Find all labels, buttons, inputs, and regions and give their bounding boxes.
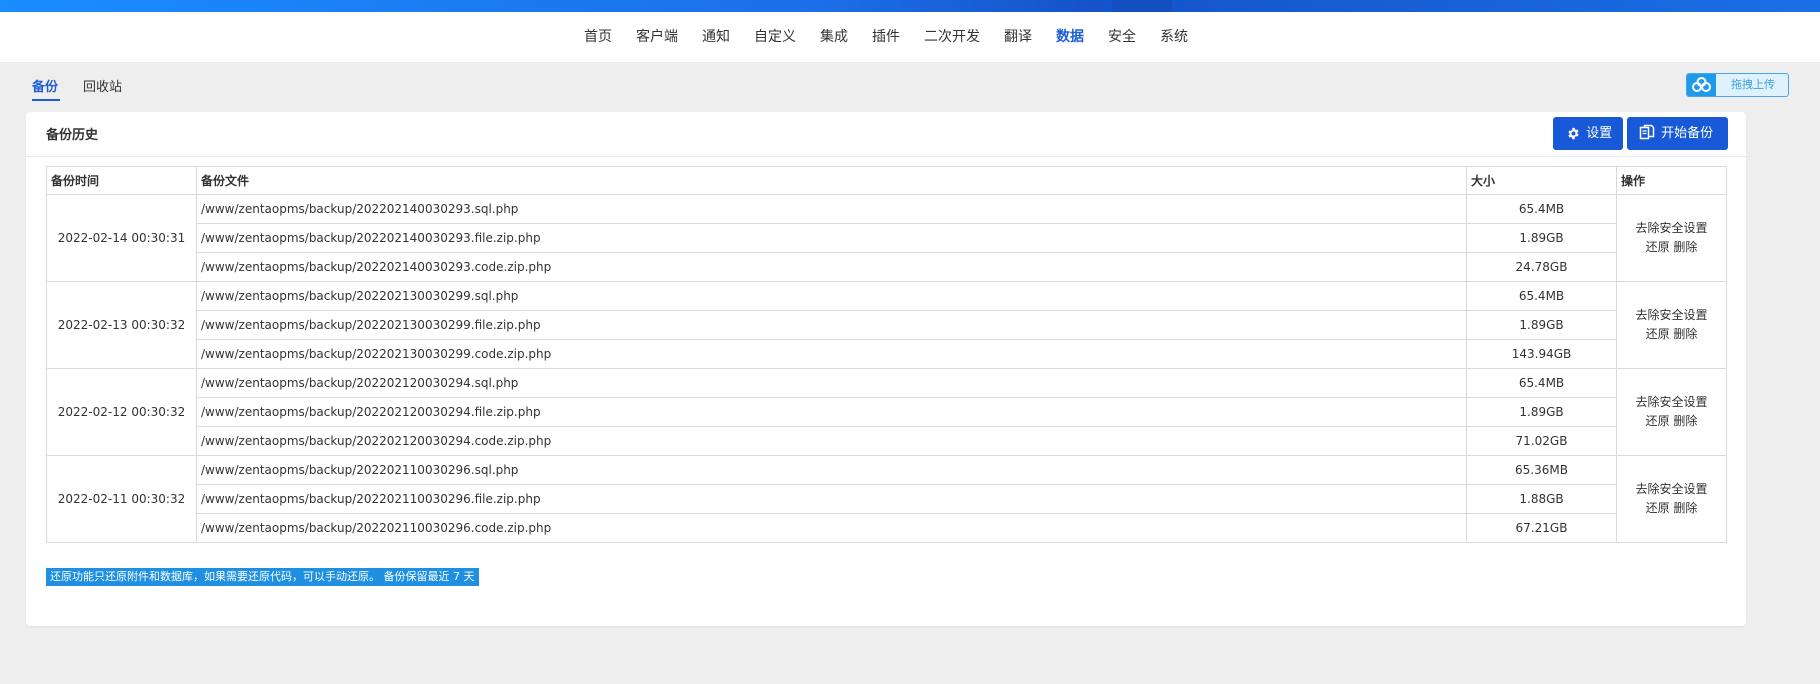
nav-item-notify[interactable]: 通知 [702, 12, 730, 62]
tab-backup[interactable]: 备份 [32, 78, 58, 98]
backup-file-cell: /www/zentaopms/backup/202202120030294.sq… [196, 368, 1467, 398]
nav-item-home[interactable]: 首页 [584, 12, 612, 62]
backup-file-cell: /www/zentaopms/backup/202202120030294.fi… [196, 397, 1467, 427]
restore-link[interactable]: 还原 [1646, 327, 1670, 341]
backup-time-cell: 2022-02-13 00:30:32 [46, 281, 197, 369]
remove-security-link[interactable]: 去除安全设置 [1635, 395, 1707, 409]
backup-file-cell: /www/zentaopms/backup/202202130030299.co… [196, 339, 1467, 369]
table-row: 2022-02-12 00:30:32 /www/zentaopms/backu… [46, 368, 1727, 456]
remove-security-link[interactable]: 去除安全设置 [1635, 221, 1707, 235]
backup-size-cell: 1.89GB [1466, 397, 1617, 427]
backup-notice: 还原功能只还原附件和数据库，如果需要还原代码，可以手动还原。 备份保留最近 7 … [46, 568, 479, 586]
tab-recycle-bin[interactable]: 回收站 [83, 78, 122, 98]
restore-link[interactable]: 还原 [1646, 414, 1670, 428]
backup-file-cell: /www/zentaopms/backup/202202110030296.co… [196, 513, 1467, 543]
backup-size-cell: 65.4MB [1466, 368, 1617, 398]
backup-file-cell: /www/zentaopms/backup/202202140030293.sq… [196, 194, 1467, 224]
backup-table: 备份时间 备份文件 大小 操作 2022-02-14 00:30:31 /www… [46, 166, 1727, 543]
nav-item-plugin[interactable]: 插件 [872, 12, 900, 62]
backup-size-cell: 65.4MB [1466, 281, 1617, 311]
table-row: 2022-02-11 00:30:32 /www/zentaopms/backu… [46, 455, 1727, 543]
backup-actions-cell: 去除安全设置 还原 删除 [1616, 455, 1727, 543]
drag-upload-widget[interactable]: 拖拽上传 [1686, 73, 1789, 97]
backup-time-cell: 2022-02-14 00:30:31 [46, 194, 197, 282]
settings-button[interactable]: 设置 [1553, 117, 1623, 150]
table-row: /www/zentaopms/backup/202202120030294.co… [47, 426, 1727, 456]
copy-icon [1639, 124, 1655, 140]
nav-item-client[interactable]: 客户端 [636, 12, 678, 62]
backup-time-cell: 2022-02-12 00:30:32 [46, 368, 197, 456]
table-header-row: 备份时间 备份文件 大小 操作 [46, 166, 1727, 195]
backup-file-cell: /www/zentaopms/backup/202202140030293.co… [196, 252, 1467, 282]
backup-size-cell: 67.21GB [1466, 513, 1617, 543]
restore-link[interactable]: 还原 [1646, 501, 1670, 515]
backup-size-cell: 24.78GB [1466, 252, 1617, 282]
upload-label: 拖拽上传 [1731, 78, 1775, 91]
table-row: /www/zentaopms/backup/202202110030296.co… [47, 513, 1727, 543]
backup-actions-cell: 去除安全设置 还原 删除 [1616, 194, 1727, 282]
settings-button-label: 设置 [1586, 126, 1613, 141]
nav-item-translate[interactable]: 翻译 [1004, 12, 1032, 62]
top-gradient-bar [0, 0, 1820, 12]
backup-file-cell: /www/zentaopms/backup/202202130030299.fi… [196, 310, 1467, 340]
nav-item-system[interactable]: 系统 [1160, 12, 1188, 62]
backup-file-cell: /www/zentaopms/backup/202202120030294.co… [196, 426, 1467, 456]
backup-size-cell: 143.94GB [1466, 339, 1617, 369]
backup-size-cell: 65.36MB [1466, 455, 1617, 485]
delete-link[interactable]: 删除 [1673, 414, 1697, 428]
backup-file-cell: /www/zentaopms/backup/202202110030296.fi… [196, 484, 1467, 514]
backup-size-cell: 65.4MB [1466, 194, 1617, 224]
nav-item-dev[interactable]: 二次开发 [924, 12, 980, 62]
backup-size-cell: 71.02GB [1466, 426, 1617, 456]
backup-time-cell: 2022-02-11 00:30:32 [46, 455, 197, 543]
nav-item-data[interactable]: 数据 [1056, 12, 1084, 62]
gear-icon [1568, 127, 1579, 140]
delete-link[interactable]: 删除 [1673, 240, 1697, 254]
backup-history-panel: 备份历史 设置 开始备份 备份时间 备份文件 大小 操作 2022-02-14 … [26, 112, 1746, 626]
backup-file-cell: /www/zentaopms/backup/202202130030299.sq… [196, 281, 1467, 311]
table-row: /www/zentaopms/backup/202202130030299.fi… [47, 310, 1727, 340]
nav-item-security[interactable]: 安全 [1108, 12, 1136, 62]
backup-file-cell: /www/zentaopms/backup/202202140030293.fi… [196, 223, 1467, 253]
start-backup-button[interactable]: 开始备份 [1627, 117, 1728, 150]
backup-size-cell: 1.88GB [1466, 484, 1617, 514]
column-header-action: 操作 [1616, 166, 1727, 195]
table-row: /www/zentaopms/backup/202202140030293.co… [47, 252, 1727, 282]
remove-security-link[interactable]: 去除安全设置 [1635, 482, 1707, 496]
table-row: /www/zentaopms/backup/202202110030296.fi… [47, 484, 1727, 514]
start-backup-button-label: 开始备份 [1661, 126, 1714, 141]
table-row: /www/zentaopms/backup/202202140030293.fi… [47, 223, 1727, 253]
cloud-icon [1687, 74, 1716, 96]
table-row: /www/zentaopms/backup/202202130030299.co… [47, 339, 1727, 369]
panel-title: 备份历史 [46, 128, 99, 143]
remove-security-link[interactable]: 去除安全设置 [1635, 308, 1707, 322]
nav-item-custom[interactable]: 自定义 [754, 12, 796, 62]
panel-header: 备份历史 设置 开始备份 [26, 112, 1746, 157]
main-navigation: 首页 客户端 通知 自定义 集成 插件 二次开发 翻译 数据 安全 系统 [0, 12, 1820, 62]
top-bar-segment [1112, 0, 1172, 12]
backup-actions-cell: 去除安全设置 还原 删除 [1616, 281, 1727, 369]
backup-actions-cell: 去除安全设置 还原 删除 [1616, 368, 1727, 456]
table-row: /www/zentaopms/backup/202202120030294.fi… [47, 397, 1727, 427]
nav-item-integration[interactable]: 集成 [820, 12, 848, 62]
backup-size-cell: 1.89GB [1466, 223, 1617, 253]
delete-link[interactable]: 删除 [1673, 327, 1697, 341]
column-header-file: 备份文件 [196, 166, 1467, 195]
tab-active-indicator [32, 99, 60, 101]
table-row: 2022-02-13 00:30:32 /www/zentaopms/backu… [46, 281, 1727, 369]
restore-link[interactable]: 还原 [1646, 240, 1670, 254]
backup-size-cell: 1.89GB [1466, 310, 1617, 340]
column-header-size: 大小 [1466, 166, 1617, 195]
backup-file-cell: /www/zentaopms/backup/202202110030296.sq… [196, 455, 1467, 485]
delete-link[interactable]: 删除 [1673, 501, 1697, 515]
column-header-time: 备份时间 [46, 166, 197, 195]
table-row: 2022-02-14 00:30:31 /www/zentaopms/backu… [46, 194, 1727, 282]
